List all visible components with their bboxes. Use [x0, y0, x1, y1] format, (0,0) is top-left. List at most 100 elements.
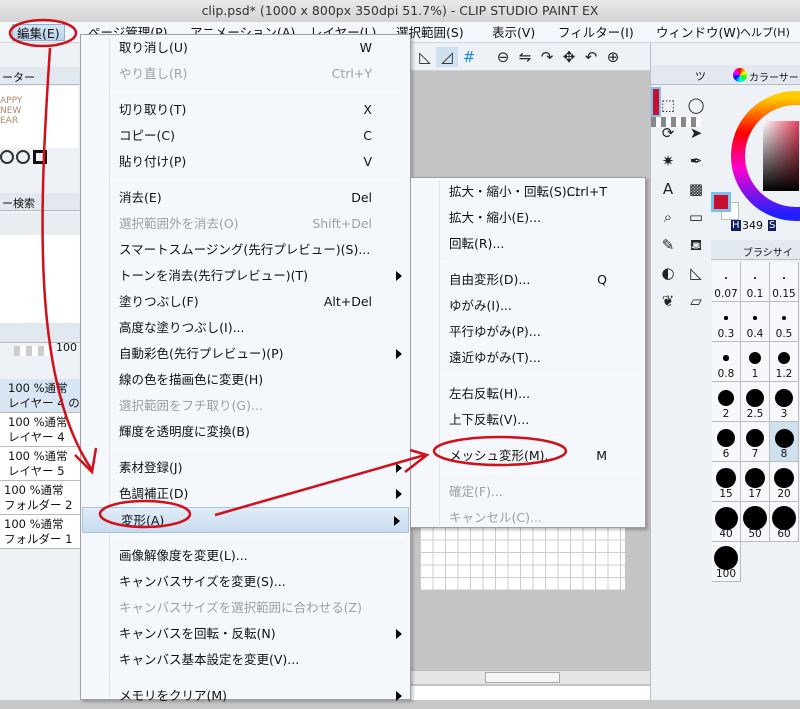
brush-size-cell[interactable]: 50 [741, 502, 770, 542]
menu-item[interactable]: 塗りつぶし(F) Alt+Del [81, 289, 410, 315]
text-icon[interactable]: A [657, 179, 679, 199]
scroll-thumb[interactable] [485, 672, 560, 683]
brush-size-cell[interactable]: 0.4 [741, 302, 770, 342]
color-circle-tab[interactable]: カラーサー [749, 69, 799, 84]
brush-size-cell[interactable]: 6 [712, 422, 741, 462]
lasso-icon[interactable]: ◯ [685, 95, 707, 115]
ruler-icon[interactable]: ◺ [414, 47, 436, 67]
menu-item[interactable]: キャンセル(C)... [411, 505, 645, 531]
eraser-icon[interactable]: ▱ [685, 291, 707, 311]
brush-size-cell[interactable]: 0.1 [741, 262, 770, 302]
brush-size-cell[interactable]: 0.8 [712, 342, 741, 382]
layer-row[interactable]: 100 %通常 レイヤー 4 [0, 413, 80, 447]
brush-size-cell[interactable]: 17 [741, 462, 770, 502]
main-color-swatch[interactable] [711, 192, 731, 212]
brush-size-cell[interactable]: 2.5 [741, 382, 770, 422]
menu-item[interactable]: 確定(F)... [411, 479, 645, 505]
pen-icon[interactable]: ✎ [657, 235, 679, 255]
menubar-item[interactable]: 表示(V) [488, 24, 539, 41]
blend-icon[interactable]: ◐ [657, 263, 679, 283]
menu-item[interactable]: キャンバス基本設定を変更(V)... [81, 647, 410, 673]
menu-item[interactable]: 消去(E) Del [81, 185, 410, 211]
layer-row[interactable]: 100 %通常 フォルダー 2 [0, 481, 80, 515]
brush-size-cell[interactable]: 40 [712, 502, 741, 542]
gradient-icon[interactable]: ▩ [685, 179, 707, 199]
brush-size-cell[interactable]: 0.3 [712, 302, 741, 342]
menu-item[interactable]: 拡大・縮小(E)... [411, 205, 645, 231]
frame-icon[interactable]: ▭ [685, 207, 707, 227]
menu-item[interactable]: 切り取り(T) X [81, 97, 410, 123]
tool-tab[interactable]: ツ [695, 68, 706, 84]
zoom-out-icon[interactable] [0, 150, 14, 164]
zoom-out-icon[interactable]: ⊖ [492, 47, 514, 67]
menu-item[interactable]: 画像解像度を変更(L)... [81, 543, 410, 569]
menu-item[interactable]: キャンバスサイズを選択範囲に合わせる(Z) [81, 595, 410, 621]
grid-snap-icon[interactable]: # [458, 47, 480, 67]
brush-size-cell[interactable]: 2 [712, 382, 741, 422]
opacity-slider[interactable] [14, 346, 52, 356]
rotate-right-icon[interactable]: ↷ [536, 47, 558, 67]
menu-item[interactable]: 遠近ゆがみ(T)... [411, 345, 645, 371]
move-icon[interactable]: ✥ [558, 47, 580, 67]
brush-size-cell[interactable]: 3 [770, 382, 799, 422]
menu-item[interactable]: 輝度を透明度に変換(B) [81, 419, 410, 445]
brush-size-cell[interactable]: 15 [712, 462, 741, 502]
menu-item[interactable]: トーンを消去(先行プレビュー)(T) [81, 263, 410, 289]
fit-icon[interactable] [33, 150, 47, 164]
menu-item[interactable]: コピー(C) C [81, 123, 410, 149]
menu-item[interactable]: 取り消し(U) W [81, 35, 410, 61]
menu-item[interactable]: やり直し(R) Ctrl+Y [81, 61, 410, 87]
brush-size-cell[interactable]: 1.2 [770, 342, 799, 382]
menu-item[interactable]: メモリをクリア(M) [81, 683, 410, 709]
brush-size-cell[interactable]: 0.15 [770, 262, 799, 302]
fill-icon[interactable]: ⛾ [685, 235, 707, 255]
menu-item[interactable]: スマートスムージング(先行プレビュー)(S)... [81, 237, 410, 263]
canvas[interactable] [420, 527, 625, 590]
decoration-icon[interactable]: ❦ [657, 291, 679, 311]
menu-item[interactable]: 選択範囲外を消去(O) Shift+Del [81, 211, 410, 237]
brush-size-cell[interactable]: 60 [770, 502, 799, 542]
menu-item[interactable]: 変形(A) [82, 507, 409, 533]
horizontal-scrollbar[interactable] [410, 670, 650, 684]
menu-item[interactable]: 拡大・縮小・回転(S)... Ctrl+T [411, 179, 645, 205]
brush-size-cell[interactable]: 0.07 [712, 262, 741, 302]
rotate-left-icon[interactable]: ↶ [580, 47, 602, 67]
menubar-item[interactable]: ウィンドウ(W) [652, 24, 745, 41]
menu-item[interactable]: 選択範囲をフチ取り(G)... [81, 393, 410, 419]
layer-row[interactable]: 100 %通常 フォルダー 1 [0, 515, 80, 549]
menu-item[interactable]: 回転(R)... [411, 231, 645, 257]
menubar-item[interactable]: ヘルプ(H) [740, 24, 790, 41]
menu-item[interactable]: メッシュ変形(M)... M [411, 443, 645, 469]
menu-item[interactable]: 高度な塗りつぶし(I)... [81, 315, 410, 341]
zoom-tool-icon[interactable]: ⌕ [657, 207, 679, 227]
zoom-in-icon[interactable]: ⊕ [602, 47, 624, 67]
menubar-item[interactable]: フィルター(I) [554, 24, 638, 41]
menu-item[interactable]: 自動彩色(先行プレビュー)(P) [81, 341, 410, 367]
menubar-item[interactable]: 編集(E) [12, 24, 65, 41]
brush-size-cell[interactable]: 1 [741, 342, 770, 382]
menu-item[interactable]: キャンバスを回転・反転(N) [81, 621, 410, 647]
ruler-snap-icon[interactable]: ◿ [436, 47, 458, 67]
menu-item[interactable]: キャンバスサイズを変更(S)... [81, 569, 410, 595]
flip-icon[interactable]: ⇋ [514, 47, 536, 67]
ruler-tool-icon[interactable]: ◺ [685, 263, 707, 283]
menu-item[interactable]: ゆがみ(I)... [411, 293, 645, 319]
eyedropper-icon[interactable]: ✒ [685, 151, 707, 171]
menu-item[interactable]: 平行ゆがみ(P)... [411, 319, 645, 345]
search-tab[interactable]: ー検索 [2, 195, 35, 211]
navigator-tab[interactable]: ーター [2, 69, 35, 85]
brush-size-cell[interactable]: 8 [770, 422, 799, 462]
layer-row[interactable]: 100 %通常 レイヤー 5 [0, 447, 80, 481]
menu-item[interactable]: 自由変形(D)... Q [411, 267, 645, 293]
magic-wand-icon[interactable]: ✷ [657, 151, 679, 171]
menu-item[interactable]: 色調補正(D) [81, 481, 410, 507]
object-select-icon[interactable]: ➤ [685, 123, 707, 143]
brush-size-cell[interactable]: 0.5 [770, 302, 799, 342]
menu-item[interactable]: 上下反転(V)... [411, 407, 645, 433]
brush-size-cell[interactable]: 7 [741, 422, 770, 462]
menu-item[interactable]: 素材登録(J) [81, 455, 410, 481]
menu-item[interactable]: 左右反転(H)... [411, 381, 645, 407]
menu-item[interactable]: 線の色を描画色に変更(H) [81, 367, 410, 393]
selection-rect-icon[interactable]: ⬚ [657, 95, 679, 115]
brush-size-cell[interactable]: 20 [770, 462, 799, 502]
